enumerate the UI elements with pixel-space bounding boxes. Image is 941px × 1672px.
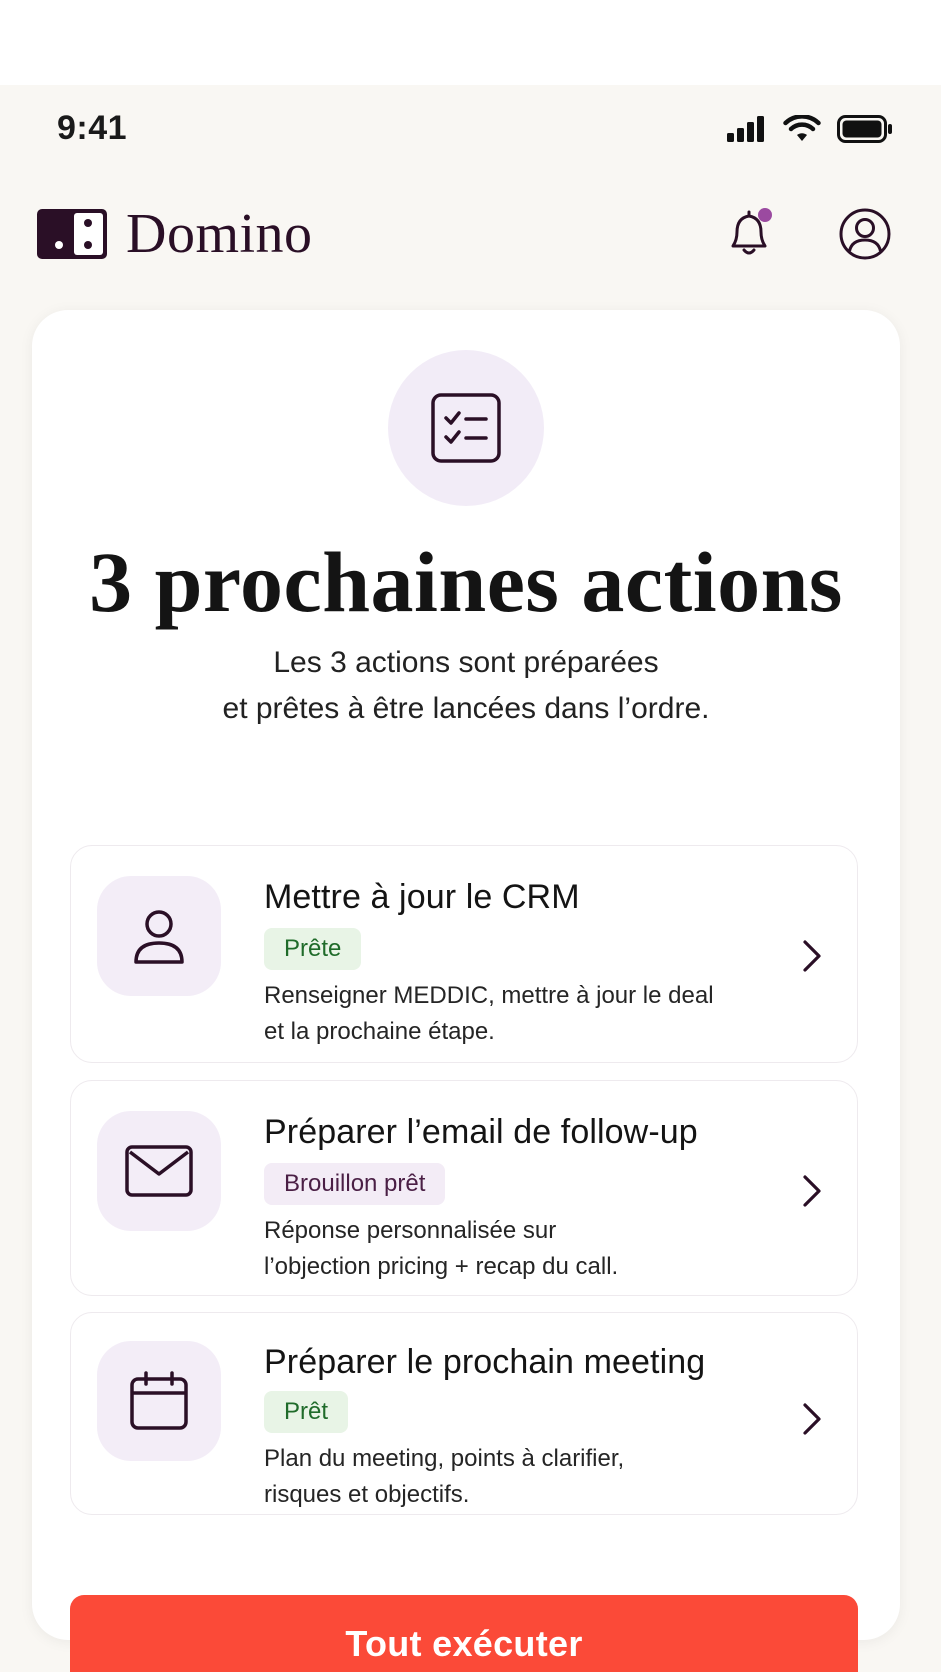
action-item-next-meeting[interactable]: Préparer le prochain meeting Prêt Plan d… xyxy=(70,1312,858,1515)
account-button[interactable] xyxy=(835,204,895,264)
hero-icon-circle xyxy=(388,350,544,506)
action-icon-tile xyxy=(97,876,221,996)
page-subtitle: Les 3 actions sont préparées et prêtes à… xyxy=(32,640,900,732)
wifi-icon xyxy=(783,115,821,141)
notification-dot xyxy=(758,208,772,222)
action-icon-tile xyxy=(97,1341,221,1461)
action-item-follow-up-email[interactable]: Préparer l’email de follow-up Brouillon … xyxy=(70,1080,858,1296)
app-screen: 9:41 Domino 3 prochaines actions Les 3 a… xyxy=(0,85,941,1672)
status-time: 9:41 xyxy=(57,109,128,147)
execute-all-button[interactable]: Tout exécuter xyxy=(70,1595,858,1672)
status-bar: 9:41 xyxy=(0,85,941,175)
action-description-line-1: Renseigner MEDDIC, mettre à jour le deal xyxy=(264,982,714,1009)
action-title: Préparer le prochain meeting xyxy=(264,1343,706,1381)
action-description: Plan du meeting, points à clarifier, ris… xyxy=(264,1441,624,1513)
status-badge: Prêt xyxy=(264,1391,349,1433)
chevron-right-icon xyxy=(797,936,827,976)
chevron-right-icon xyxy=(797,1171,827,1211)
action-title: Préparer l’email de follow-up xyxy=(264,1113,698,1151)
action-title: Mettre à jour le CRM xyxy=(264,878,580,916)
subtitle-line-1: Les 3 actions sont préparées xyxy=(273,646,659,679)
action-item-update-crm[interactable]: Mettre à jour le CRM Prête Renseigner ME… xyxy=(70,845,858,1063)
app-name: Domino xyxy=(126,203,313,265)
chevron-right-icon xyxy=(797,1399,827,1439)
battery-icon xyxy=(837,115,892,143)
action-description-line-2: l’objection pricing + recap du call. xyxy=(264,1253,619,1280)
app-header: Domino xyxy=(0,190,941,280)
notifications-button[interactable] xyxy=(720,204,780,264)
status-badge: Brouillon prêt xyxy=(264,1163,446,1205)
bell-icon xyxy=(731,208,772,255)
status-icons xyxy=(727,115,893,143)
user-circle-icon xyxy=(839,208,891,260)
checklist-icon xyxy=(431,393,501,463)
page-title: 3 prochaines actions xyxy=(89,534,843,630)
user-icon xyxy=(134,910,184,964)
status-badge: Prête xyxy=(264,928,362,970)
domino-tile-icon xyxy=(37,209,107,259)
action-description-line-1: Plan du meeting, points à clarifier, xyxy=(264,1445,625,1472)
subtitle-line-2: et prêtes à être lancées dans l’ordre. xyxy=(222,692,710,725)
next-actions-card: 3 prochaines actions Les 3 actions sont … xyxy=(32,310,900,1672)
calendar-icon xyxy=(130,1371,188,1430)
action-description: Réponse personnalisée sur l’objection pr… xyxy=(264,1213,618,1285)
action-icon-tile xyxy=(97,1111,221,1231)
app-logo[interactable]: Domino xyxy=(36,206,313,262)
action-description-line-2: et la prochaine étape. xyxy=(264,1018,495,1045)
cellular-signal-icon xyxy=(727,116,764,142)
action-description: Renseigner MEDDIC, mettre à jour le deal… xyxy=(264,978,714,1050)
mail-icon xyxy=(125,1145,193,1197)
action-description-line-1: Réponse personnalisée sur xyxy=(264,1217,557,1244)
action-description-line-2: risques et objectifs. xyxy=(264,1481,470,1508)
